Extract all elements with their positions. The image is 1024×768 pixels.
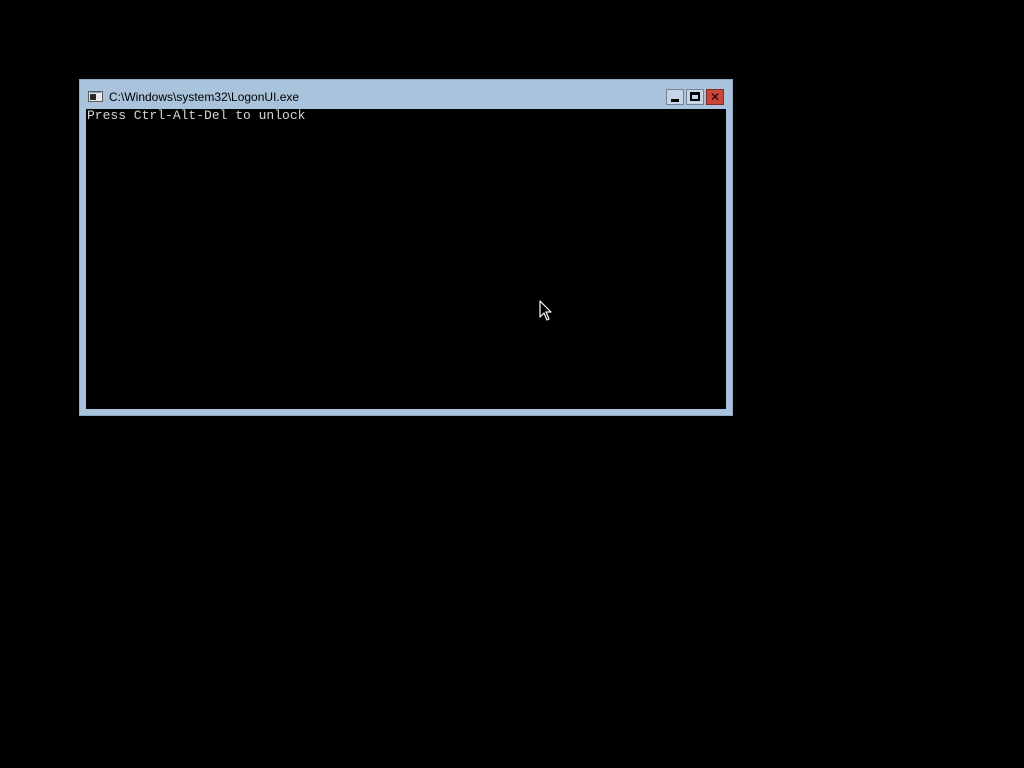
minimize-button[interactable]	[666, 89, 684, 105]
minimize-icon	[671, 99, 679, 102]
maximize-icon	[690, 92, 700, 101]
console-icon[interactable]	[88, 91, 103, 102]
console-output[interactable]: Press Ctrl-Alt-Del to unlock	[86, 109, 726, 409]
close-icon: ✕	[709, 90, 721, 104]
console-window[interactable]: C:\Windows\system32\LogonUI.exe ✕ Press …	[79, 79, 733, 416]
desktop: C:\Windows\system32\LogonUI.exe ✕ Press …	[0, 0, 1024, 768]
console-text: Press Ctrl-Alt-Del to unlock	[87, 108, 306, 123]
window-title: C:\Windows\system32\LogonUI.exe	[109, 90, 300, 104]
close-button[interactable]: ✕	[706, 89, 724, 105]
title-bar[interactable]: C:\Windows\system32\LogonUI.exe ✕	[80, 80, 732, 109]
mouse-pointer-icon	[539, 300, 552, 321]
maximize-button[interactable]	[686, 89, 704, 105]
